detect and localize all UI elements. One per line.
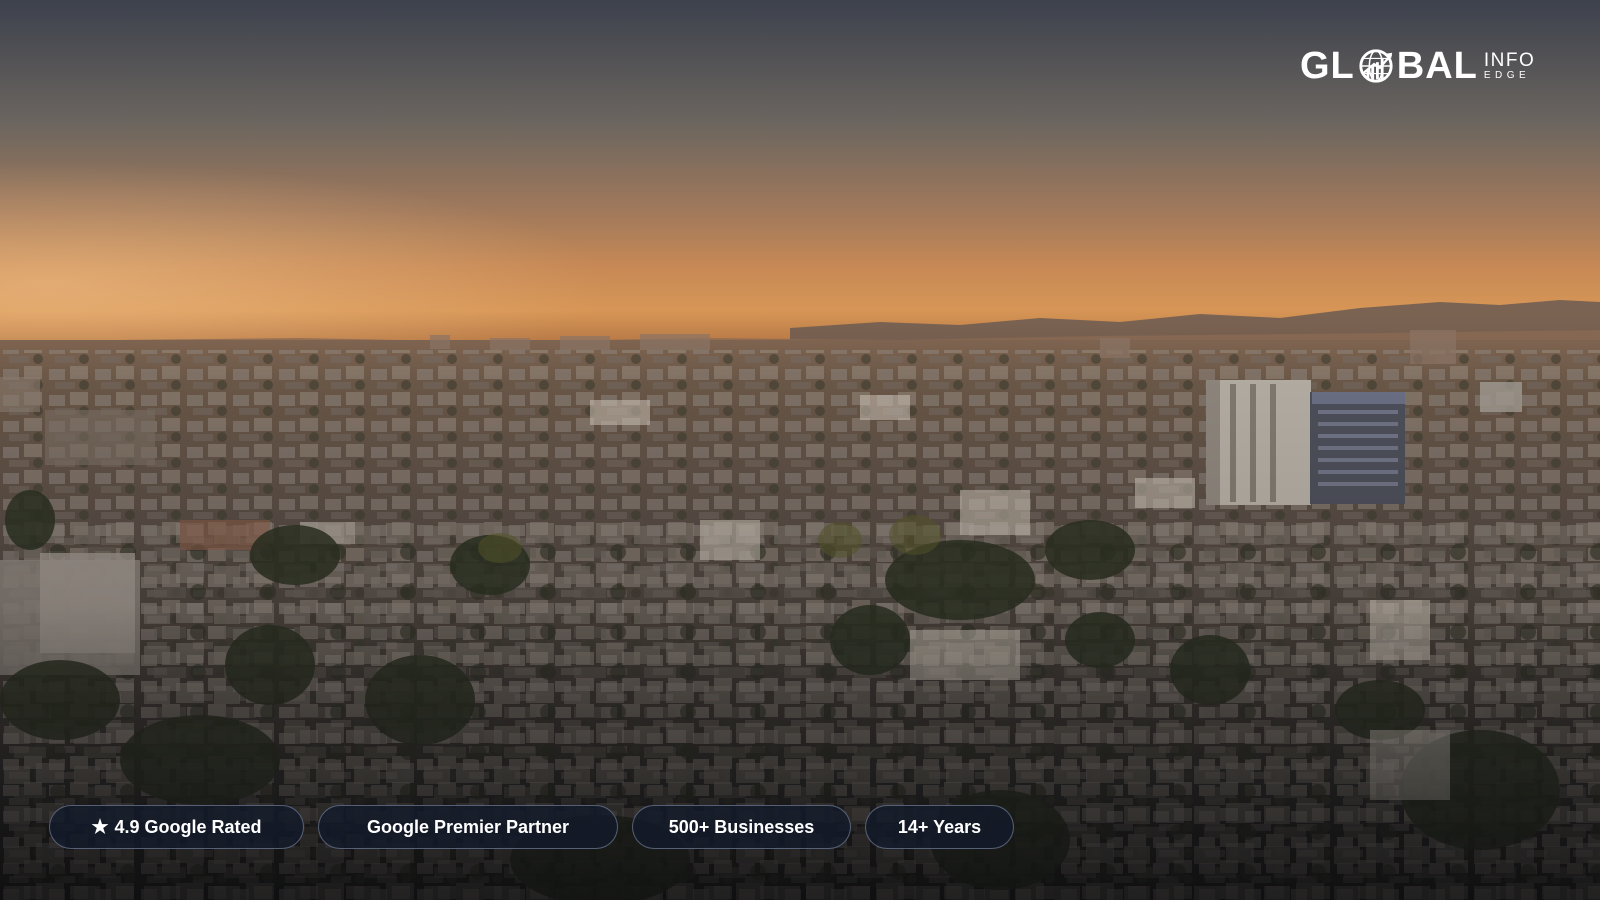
brand-logo[interactable]: GL BAL INFO EDGE — [1300, 47, 1535, 85]
logo-subtext: INFO EDGE — [1484, 51, 1535, 81]
logo-sub-top: INFO — [1483, 50, 1536, 71]
logo-wordmark: GL BAL — [1300, 47, 1478, 85]
logo-text-right: BAL — [1396, 45, 1478, 87]
badge-label: 4.9 Google Rated — [114, 816, 262, 837]
city-skyline-image — [0, 0, 1600, 900]
trust-badges: ★ 4.9 Google Rated Google Premier Partne… — [49, 805, 1014, 849]
badge-years[interactable]: 14+ Years — [865, 805, 1014, 849]
badge-label: Google Premier Partner — [366, 816, 570, 837]
badge-google-rated[interactable]: ★ 4.9 Google Rated — [49, 805, 304, 849]
badge-label: 500+ Businesses — [668, 816, 815, 837]
logo-text-left: GL — [1300, 45, 1355, 87]
hero-section: GL BAL INFO EDGE ★ 4.9 Google Rated Goog… — [0, 0, 1600, 900]
badge-label: 14+ Years — [897, 816, 982, 837]
logo-sub-bottom: EDGE — [1483, 70, 1531, 81]
star-icon: ★ — [91, 816, 109, 838]
badge-businesses[interactable]: 500+ Businesses — [632, 805, 851, 849]
globe-chart-icon — [1359, 49, 1393, 83]
badge-premier-partner[interactable]: Google Premier Partner — [318, 805, 618, 849]
